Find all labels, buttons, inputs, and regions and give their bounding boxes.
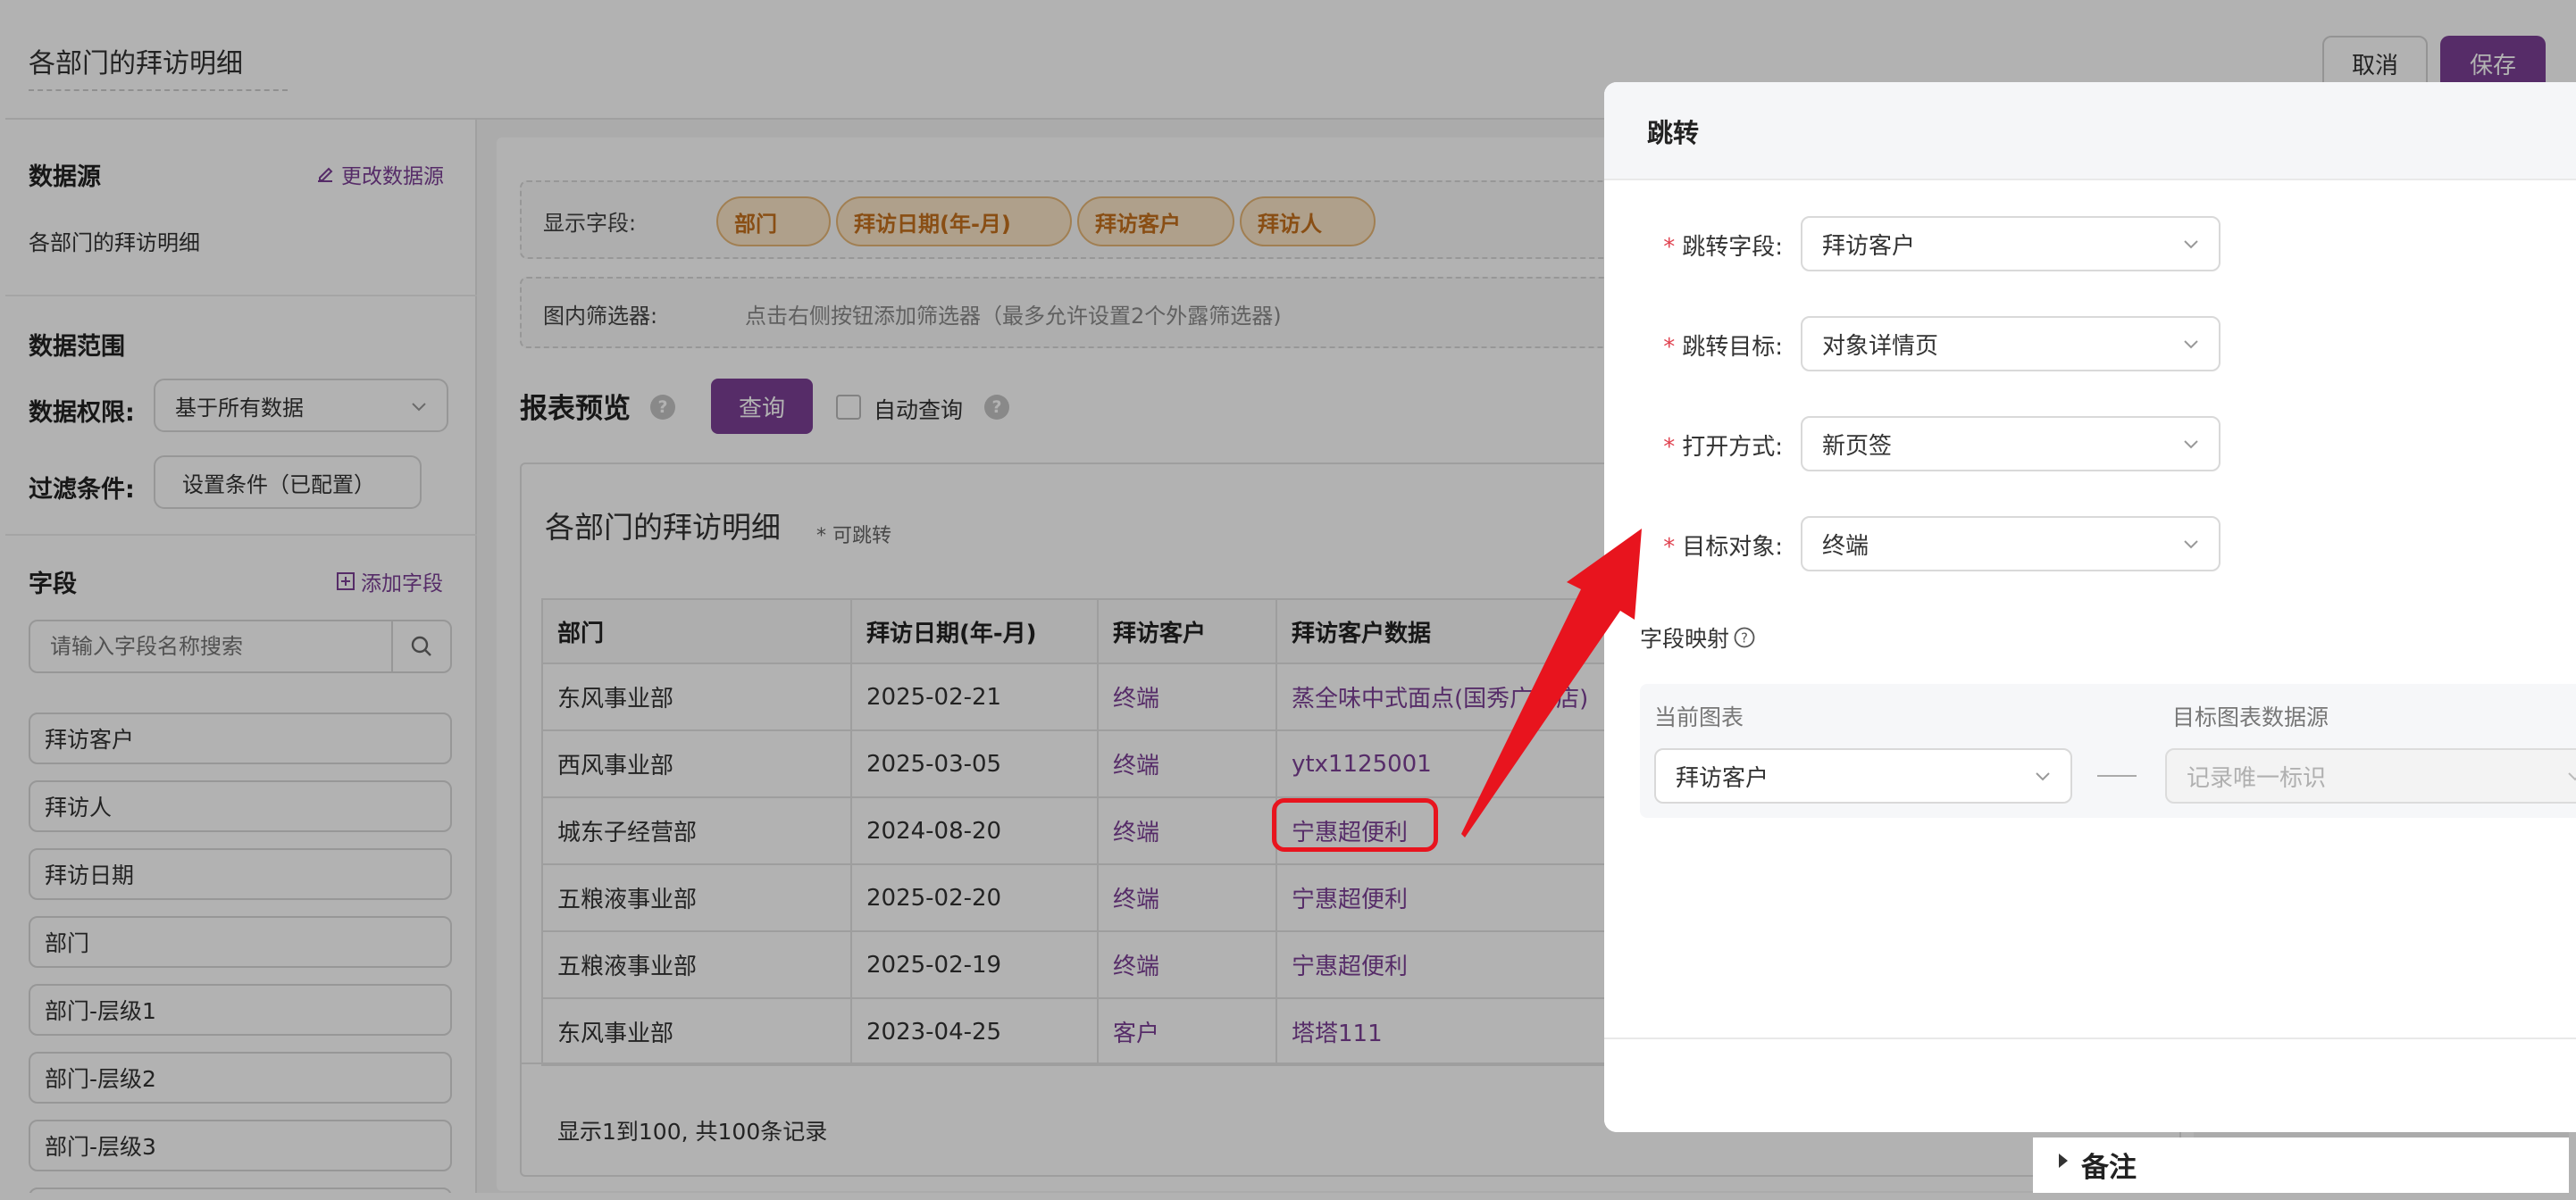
red-arrow-annotation (1461, 529, 1642, 838)
